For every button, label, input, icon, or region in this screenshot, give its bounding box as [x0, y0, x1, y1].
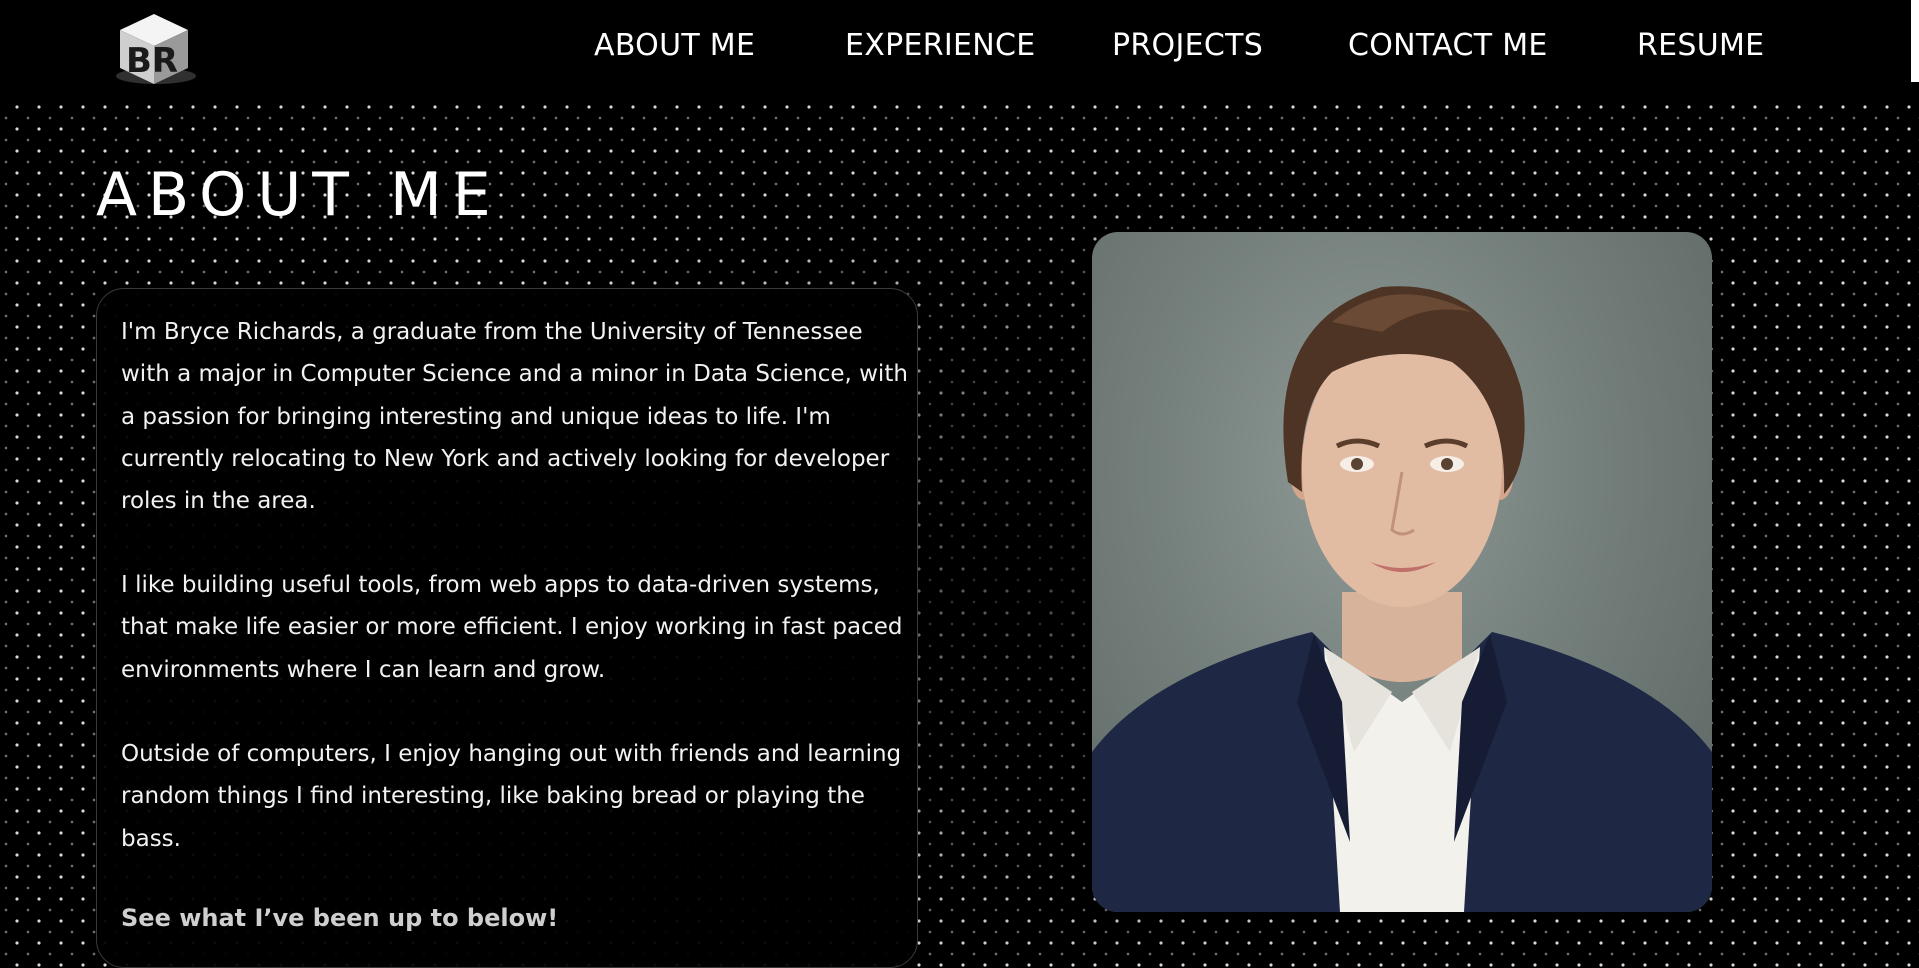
- nav-about-me[interactable]: ABOUT ME: [594, 28, 755, 72]
- nav-contact-me[interactable]: CONTACT ME: [1348, 28, 1548, 72]
- call-to-action-text: See what I’ve been up to below!: [121, 904, 559, 932]
- scrollbar-thumb[interactable]: [1911, 0, 1919, 82]
- top-navigation-bar: BR ABOUT ME EXPERIENCE PROJECTS CONTACT …: [0, 0, 1919, 100]
- section-title: ABOUT ME: [96, 160, 502, 230]
- nav-experience[interactable]: EXPERIENCE: [845, 28, 1036, 72]
- about-paragraph-hobbies: Outside of computers, I enjoy hanging ou…: [121, 741, 902, 852]
- logo-text: BR: [126, 41, 178, 81]
- about-paragraph-intro: I'm Bryce Richards, a graduate from the …: [121, 319, 908, 515]
- nav-resume[interactable]: RESUME: [1637, 28, 1764, 72]
- br-cube-logo-icon[interactable]: BR: [110, 12, 198, 88]
- about-card: I'm Bryce Richards, a graduate from the …: [96, 288, 918, 968]
- profile-photo: [1092, 232, 1712, 912]
- about-paragraph-tools: I like building useful tools, from web a…: [121, 572, 903, 683]
- nav-projects[interactable]: PROJECTS: [1112, 28, 1263, 72]
